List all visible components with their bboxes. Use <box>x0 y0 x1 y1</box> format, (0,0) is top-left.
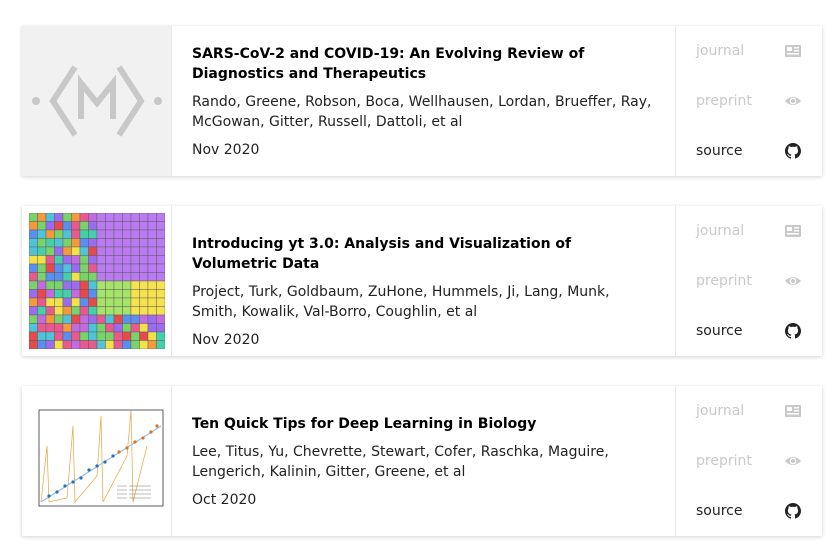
source-link[interactable]: source <box>696 321 802 341</box>
preprint-label: preprint <box>696 273 752 289</box>
journal-label: journal <box>696 43 745 59</box>
source-label: source <box>696 323 743 339</box>
paper-title[interactable]: SARS-CoV-2 and COVID-19: An Evolving Rev… <box>192 44 655 84</box>
paper-info: SARS-CoV-2 and COVID-19: An Evolving Rev… <box>172 26 676 176</box>
paper-date: Nov 2020 <box>192 142 260 158</box>
preprint-link[interactable]: preprint <box>696 271 802 291</box>
eye-icon <box>785 457 801 465</box>
paper-title[interactable]: Ten Quick Tips for Deep Learning in Biol… <box>192 414 655 434</box>
paper-card: Ten Quick Tips for Deep Learning in Biol… <box>22 386 822 536</box>
source-label: source <box>696 143 743 159</box>
source-link[interactable]: source <box>696 501 802 521</box>
paper-links: journal preprint source <box>676 386 822 536</box>
preprint-label: preprint <box>696 93 752 109</box>
paper-title[interactable]: Introducing yt 3.0: Analysis and Visuali… <box>192 234 655 274</box>
paper-authors: Rando, Greene, Robson, Boca, Wellhausen,… <box>192 94 652 130</box>
github-icon <box>785 503 801 519</box>
paper-date: Nov 2020 <box>192 332 260 348</box>
journal-label: journal <box>696 403 745 419</box>
paper-thumbnail[interactable] <box>22 206 172 356</box>
paper-card: SARS-CoV-2 and COVID-19: An Evolving Rev… <box>22 26 822 176</box>
newspaper-icon <box>785 45 801 57</box>
journal-link[interactable]: journal <box>696 221 802 241</box>
newspaper-icon <box>785 225 801 237</box>
volume-grid-image <box>28 213 165 349</box>
manubot-logo-icon <box>31 65 162 137</box>
source-label: source <box>696 503 743 519</box>
paper-authors: Project, Turk, Goldbaum, ZuHone, Hummels… <box>192 284 610 320</box>
paper-thumbnail[interactable] <box>22 386 172 536</box>
paper-links: journal preprint source <box>676 206 822 356</box>
journal-label: journal <box>696 223 745 239</box>
github-icon <box>785 323 801 339</box>
preprint-link[interactable]: preprint <box>696 451 802 471</box>
paper-info: Ten Quick Tips for Deep Learning in Biol… <box>172 386 676 536</box>
scatter-plot-image <box>38 409 163 507</box>
journal-link[interactable]: journal <box>696 401 802 421</box>
newspaper-icon <box>785 405 801 417</box>
eye-icon <box>785 277 801 285</box>
paper-date: Oct 2020 <box>192 492 257 508</box>
paper-info: Introducing yt 3.0: Analysis and Visuali… <box>172 206 676 356</box>
journal-link[interactable]: journal <box>696 41 802 61</box>
paper-thumbnail[interactable] <box>22 26 172 176</box>
source-link[interactable]: source <box>696 141 802 161</box>
github-icon <box>785 143 801 159</box>
preprint-link[interactable]: preprint <box>696 91 802 111</box>
eye-icon <box>785 97 801 105</box>
paper-card: Introducing yt 3.0: Analysis and Visuali… <box>22 206 822 356</box>
paper-links: journal preprint source <box>676 26 822 176</box>
preprint-label: preprint <box>696 453 752 469</box>
paper-authors: Lee, Titus, Yu, Chevrette, Stewart, Cofe… <box>192 444 609 480</box>
